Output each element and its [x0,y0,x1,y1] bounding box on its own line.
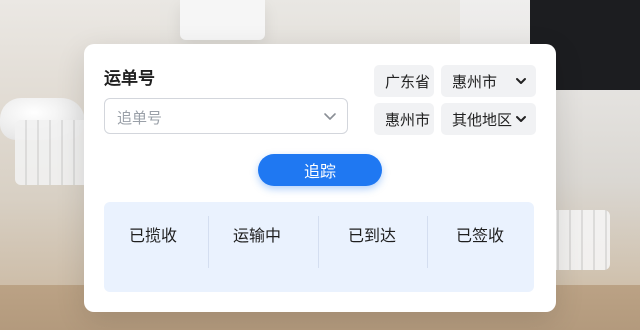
city-value: 惠州市 [385,111,431,129]
tracking-card: 运单号 追单号 广东省 惠州市 惠州市 其他地区 追踪 已揽收 运输中 已到达 … [84,44,556,312]
chevron-down-icon[interactable] [323,110,337,124]
input-placeholder: 追单号 [117,109,163,127]
district-select[interactable]: 其他地区 [441,103,536,135]
track-button[interactable]: 追踪 [258,154,382,186]
province-select[interactable]: 广东省 [374,65,434,97]
status-panel: 已揽收 运输中 已到达 已签收 [104,202,534,292]
city-select[interactable]: 惠州市 [374,103,434,135]
city-select-top[interactable]: 惠州市 [441,65,536,97]
status-divider [318,216,319,268]
status-step-arrived: 已到达 [348,226,397,245]
status-divider [427,216,428,268]
chevron-down-icon [516,116,526,122]
tracking-number-label: 运单号 [104,69,155,89]
district-value: 其他地区 [452,111,513,129]
tracking-number-input[interactable]: 追单号 [104,98,348,134]
desk-object [180,0,265,40]
chevron-down-icon [516,78,526,84]
status-step-collected: 已揽收 [129,226,178,245]
status-step-in-transit: 运输中 [233,226,282,245]
city-top-value: 惠州市 [452,73,498,91]
keyboard-left [15,120,95,185]
status-step-signed: 已签收 [456,226,505,245]
status-divider [208,216,209,268]
province-value: 广东省 [385,73,431,91]
